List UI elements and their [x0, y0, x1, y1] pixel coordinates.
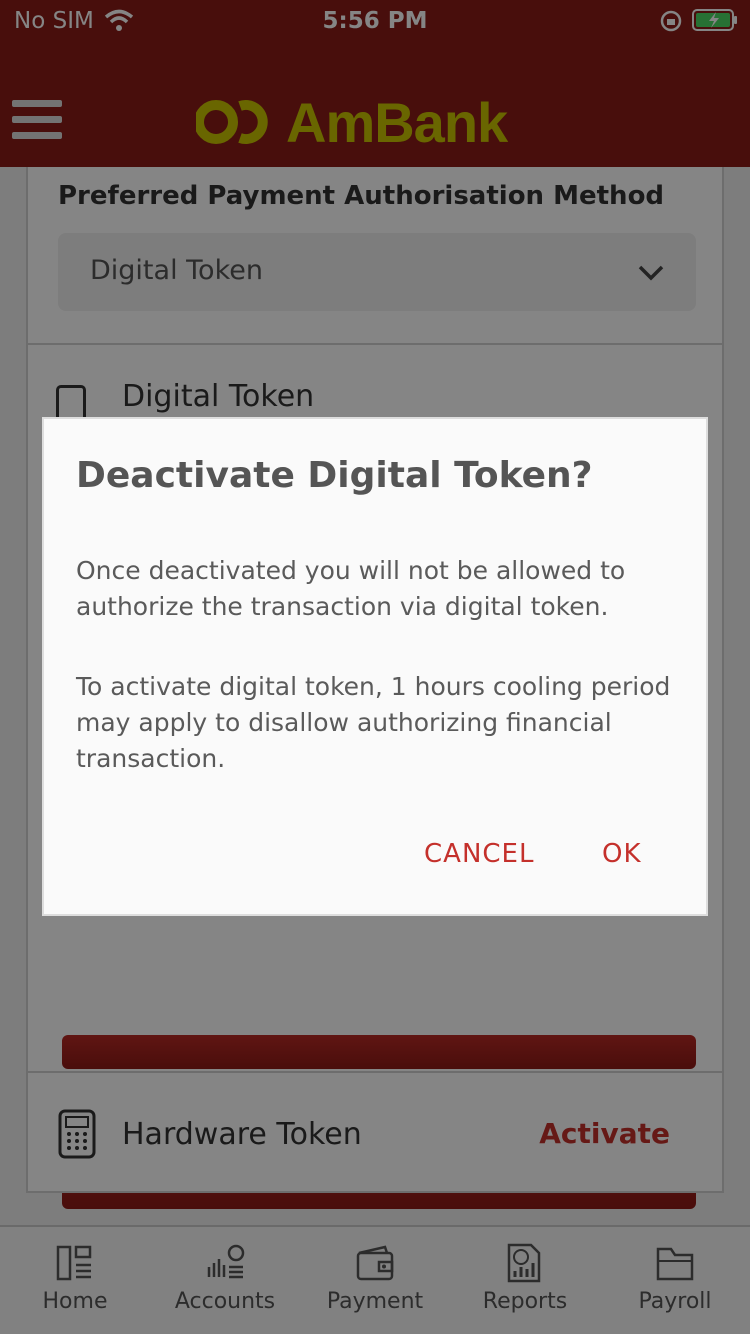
dialog-message-2: To activate digital token, 1 hours cooli…	[76, 672, 671, 773]
dialog-message-1: Once deactivated you will not be allowed…	[76, 556, 626, 621]
dialog-title: Deactivate Digital Token?	[76, 455, 593, 496]
ok-button[interactable]: OK	[602, 839, 642, 869]
deactivate-dialog: Deactivate Digital Token? Once deactivat…	[42, 417, 708, 916]
cancel-button[interactable]: CANCEL	[424, 839, 534, 869]
